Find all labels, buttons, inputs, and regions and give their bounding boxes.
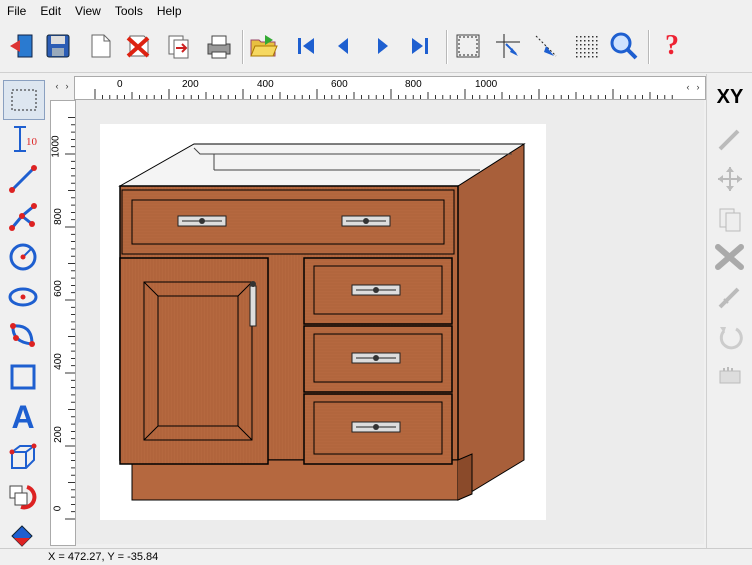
menu-view[interactable]: View [68, 0, 108, 22]
polyline-icon[interactable] [3, 198, 43, 236]
vruler-tick-400: 400 [52, 353, 64, 370]
hruler-tick-1000: 1000 [475, 79, 498, 90]
hand-icon[interactable] [711, 360, 749, 394]
arc-icon[interactable] [3, 316, 43, 354]
xy-label: XY [716, 85, 744, 108]
zoom-icon[interactable] [608, 30, 640, 62]
drawing-tools-palette: 10 A [0, 74, 46, 554]
circle-icon[interactable] [3, 238, 43, 276]
line-icon[interactable] [3, 160, 43, 198]
print-icon[interactable] [202, 30, 234, 62]
ellipse-icon[interactable] [3, 278, 43, 316]
next-icon[interactable] [366, 30, 398, 62]
menu-help[interactable]: Help [150, 0, 189, 22]
move-icon[interactable] [711, 162, 749, 196]
vruler-tick-0: 0 [52, 505, 64, 512]
vruler-tick-1000: 1000 [50, 135, 62, 158]
hruler-chevron-right-icon[interactable]: › [693, 79, 703, 95]
frame-select-icon[interactable] [452, 30, 484, 62]
status-bar: X = 472.27, Y = -35.84 [0, 548, 752, 565]
vruler-tick-600: 600 [52, 280, 64, 297]
knife-icon[interactable] [711, 280, 749, 314]
xy-coordinate-button[interactable]: XY [711, 80, 749, 114]
text-tool-label: A [11, 398, 35, 435]
select-rect-icon[interactable] [3, 80, 45, 120]
menu-file[interactable]: File [0, 0, 33, 22]
horizontal-ruler-ticks [94, 89, 673, 99]
vruler-tick-200: 200 [52, 426, 64, 443]
exit-icon[interactable] [6, 30, 38, 62]
hruler-tick-800: 800 [405, 79, 422, 90]
help-icon[interactable]: ? [656, 30, 688, 62]
open-folder-icon[interactable] [248, 30, 280, 62]
export-icon[interactable] [162, 30, 194, 62]
delete-icon[interactable] [122, 30, 154, 62]
text-icon[interactable]: A [3, 398, 43, 436]
grid-icon[interactable] [570, 30, 602, 62]
copy-icon[interactable] [711, 202, 749, 236]
help-label: ? [665, 30, 679, 61]
rectangle-icon[interactable] [3, 358, 43, 396]
chevron-left-icon[interactable]: ‹ [52, 78, 62, 94]
cursor-coordinates: X = 472.27, Y = -35.84 [48, 551, 159, 563]
last-icon[interactable] [404, 30, 436, 62]
save-icon[interactable] [42, 30, 74, 62]
vertical-ruler-ticks [65, 117, 75, 520]
drawing-sheet[interactable] [100, 124, 546, 520]
pencil-icon[interactable] [711, 122, 749, 156]
hruler-chevron-left-icon[interactable]: ‹ [683, 79, 693, 95]
horizontal-ruler: 0 200 400 600 800 1000 ‹ › [74, 76, 706, 100]
dimension-label: 10 [26, 136, 38, 148]
hruler-tick-400: 400 [257, 79, 274, 90]
menu-bar: File Edit View Tools Help [0, 0, 752, 22]
new-icon[interactable] [84, 30, 116, 62]
rotate-copy-icon[interactable] [3, 478, 43, 516]
vertical-ruler: 1000 800 600 400 200 0 [50, 100, 76, 546]
ruler-corner: ‹ › [50, 76, 74, 98]
hruler-tick-600: 600 [331, 79, 348, 90]
vruler-tick-800: 800 [52, 208, 64, 225]
prev-icon[interactable] [328, 30, 360, 62]
arrow-select-icon[interactable] [530, 30, 562, 62]
rotate-icon[interactable] [711, 320, 749, 354]
menu-edit[interactable]: Edit [33, 0, 68, 22]
cut-line-icon[interactable] [492, 30, 524, 62]
first-icon[interactable] [290, 30, 322, 62]
hruler-tick-200: 200 [182, 79, 199, 90]
menu-tools[interactable]: Tools [108, 0, 150, 22]
scissors-icon[interactable] [711, 240, 749, 274]
main-toolbar: ? [0, 22, 752, 73]
dimension-icon[interactable]: 10 [3, 120, 43, 158]
chevron-right-icon[interactable]: › [62, 78, 72, 94]
edit-tools-panel: XY [706, 74, 752, 554]
hruler-tick-0: 0 [117, 79, 123, 90]
box3d-icon[interactable] [3, 438, 43, 476]
cabinet-drawing [118, 143, 526, 501]
